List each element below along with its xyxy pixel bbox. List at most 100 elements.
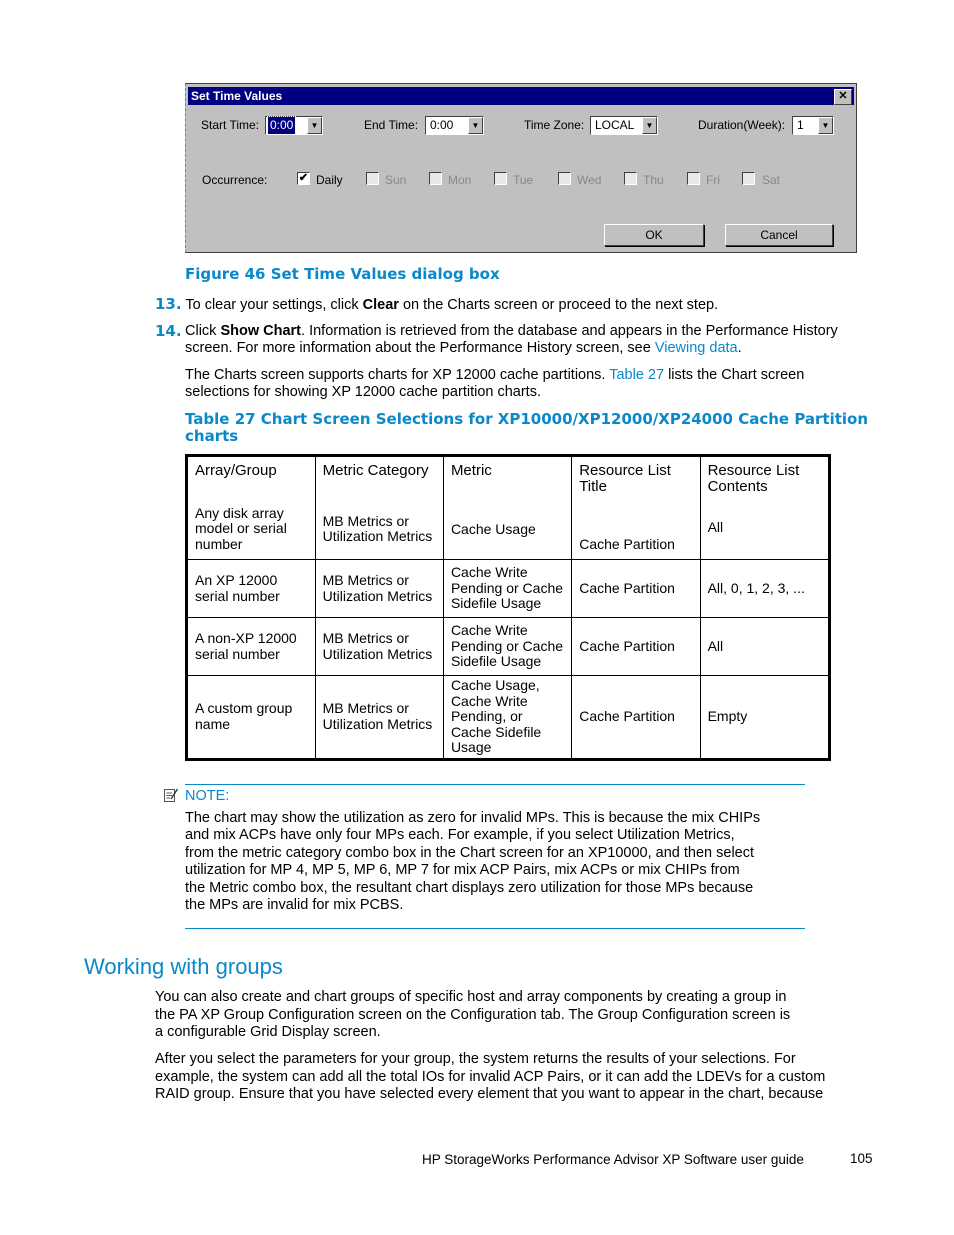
page-number: 105 — [850, 1151, 873, 1166]
charts-paragraph: The Charts screen supports charts for XP… — [185, 367, 850, 401]
table-cell: Empty — [699, 675, 831, 760]
figure-caption: Figure 46 Set Time Values dialog box — [185, 265, 500, 283]
cell-value: All — [707, 519, 724, 535]
paragraph-line: example, the system can add all the tota… — [155, 1068, 826, 1085]
fri-checkbox[interactable] — [687, 172, 700, 185]
mon-label: Mon — [448, 173, 472, 187]
mon-checkbox[interactable] — [429, 172, 442, 185]
table-cell: Cache Write Pending or Cache Sidefile Us… — [442, 617, 573, 676]
chevron-down-icon[interactable]: ▼ — [818, 117, 833, 134]
column-header: Array/Group — [195, 462, 277, 479]
table-cell: MB Metrics or Utilization Metrics — [314, 675, 444, 760]
chevron-down-icon[interactable]: ▼ — [307, 117, 322, 134]
paragraph-line: the PA XP Group Configuration screen on … — [155, 1006, 791, 1023]
close-icon[interactable]: ✕ — [834, 89, 852, 105]
occurrence-label: Occurrence: — [202, 173, 268, 187]
table-row: A custom group name MB Metrics or Utiliz… — [186, 675, 831, 760]
table-cell: Cache Partition — [571, 559, 701, 618]
cell-value: Cache Partition — [579, 536, 675, 552]
table-cell: Metric Cache Usage — [442, 455, 573, 560]
set-time-values-dialog: Set Time Values ✕ Start Time: 0:00 ▼ End… — [185, 83, 857, 253]
table-cell: All, 0, 1, 2, 3, ... — [699, 559, 831, 618]
duration-value: 1 — [797, 118, 804, 132]
time-zone-combo[interactable]: LOCAL ▼ — [590, 116, 658, 135]
step-14: Click Show Chart. Information is retriev… — [185, 323, 845, 357]
wed-checkbox[interactable] — [558, 172, 571, 185]
sun-checkbox[interactable] — [366, 172, 379, 185]
ok-button[interactable]: OK — [604, 224, 704, 246]
end-time-label: End Time: — [364, 118, 419, 132]
paragraph-line: RAID group. Ensure that you have selecte… — [155, 1086, 824, 1102]
chevron-down-icon[interactable]: ▼ — [468, 117, 483, 134]
dialog-titlebar: Set Time Values ✕ — [188, 87, 854, 105]
table-cell: Cache Usage, Cache Write Pending, or Cac… — [442, 675, 573, 760]
table-cell: Resource List Title Cache Partition — [571, 455, 701, 560]
table-cell: Cache Write Pending or Cache Sidefile Us… — [442, 559, 573, 618]
cancel-button[interactable]: Cancel — [725, 224, 833, 246]
chart-selections-table: Array/Group Any disk array model or seri… — [185, 454, 831, 761]
note-body: The chart may show the utilization as ze… — [185, 810, 805, 914]
wed-label: Wed — [577, 173, 602, 187]
note-line: the MPs are invalid for mix PCBS. — [185, 897, 404, 914]
duration-label: Duration(Week): — [698, 118, 786, 132]
tue-checkbox[interactable] — [494, 172, 507, 185]
table-cell: Cache Partition — [571, 675, 701, 760]
note-icon — [163, 787, 179, 803]
column-header: Metric Category — [322, 462, 429, 479]
daily-checkbox[interactable]: ✔ — [297, 172, 310, 185]
footer-title: HP StorageWorks Performance Advisor XP S… — [422, 1152, 804, 1167]
section-paragraph-1: You can also create and chart groups of … — [155, 989, 875, 1042]
section-heading: Working with groups — [84, 954, 283, 979]
note-line: and mix ACPs have only four MPs each. Fo… — [185, 827, 735, 844]
note-bottom-rule — [185, 928, 805, 929]
start-time-label: Start Time: — [201, 118, 260, 132]
step-number: 13. — [155, 295, 182, 313]
table-row: Array/Group Any disk array model or seri… — [186, 455, 831, 560]
table-cell: Metric Category MB Metrics or Utilizatio… — [314, 455, 444, 560]
table-cell: MB Metrics or Utilization Metrics — [314, 617, 444, 676]
step-text: Click — [185, 323, 221, 339]
step-13: 13. To clear your settings, click Clear … — [155, 296, 855, 314]
table-caption: Table 27 Chart Screen Selections for XP1… — [185, 410, 869, 445]
end-time-value: 0:00 — [430, 118, 454, 132]
time-zone-label: Time Zone: — [524, 118, 585, 132]
paragraph-line: After you select the parameters for your… — [155, 1051, 796, 1067]
step-text: . — [737, 340, 742, 356]
start-time-value: 0:00 — [266, 116, 297, 135]
cell-value: Any disk array model or serial number — [195, 504, 287, 552]
table-cell: An XP 12000 serial number — [186, 559, 316, 618]
column-header: Resource List Title — [579, 462, 671, 495]
table-27-link[interactable]: Table 27 — [609, 367, 664, 383]
table-cell: A non-XP 12000 serial number — [186, 617, 316, 676]
table-cell: MB Metrics or Utilization Metrics — [314, 559, 444, 618]
time-zone-value: LOCAL — [595, 118, 635, 132]
table-cell: Array/Group Any disk array model or seri… — [186, 455, 316, 560]
section-paragraph-2: After you select the parameters for your… — [155, 1051, 875, 1104]
column-header: Resource List Contents — [707, 462, 800, 495]
note-label: NOTE: — [185, 788, 230, 804]
duration-combo[interactable]: 1 ▼ — [792, 116, 834, 135]
tue-label: Tue — [513, 173, 534, 187]
step-number: 14. — [155, 322, 182, 340]
ui-term: Show Chart — [220, 323, 302, 339]
viewing-data-link[interactable]: Viewing data — [655, 340, 738, 356]
thu-checkbox[interactable] — [624, 172, 637, 185]
note-line: The chart may show the utilization as ze… — [185, 810, 761, 826]
daily-label: Daily — [316, 173, 343, 187]
sat-label: Sat — [762, 173, 781, 187]
paragraph-line: You can also create and chart groups of … — [155, 989, 787, 1005]
column-header: Metric — [450, 462, 492, 479]
thu-label: Thu — [643, 173, 664, 187]
end-time-combo[interactable]: 0:00 ▼ — [425, 116, 484, 135]
table-cell: All — [699, 617, 831, 676]
paragraph-text: The Charts screen supports charts for XP… — [185, 367, 610, 383]
step-text: on the Charts screen or proceed to the n… — [398, 297, 719, 313]
note-line: utilization for MP 4, MP 5, MP 6, MP 7 f… — [185, 862, 740, 879]
chevron-down-icon[interactable]: ▼ — [642, 117, 657, 134]
fri-label: Fri — [706, 173, 720, 187]
start-time-combo[interactable]: 0:00 ▼ — [265, 116, 323, 135]
note-line: the Metric combo box, the resultant char… — [185, 879, 754, 896]
table-row: An XP 12000 serial number MB Metrics or … — [186, 559, 831, 618]
step-text: To clear your settings, click — [185, 297, 363, 313]
sat-checkbox[interactable] — [742, 172, 755, 185]
